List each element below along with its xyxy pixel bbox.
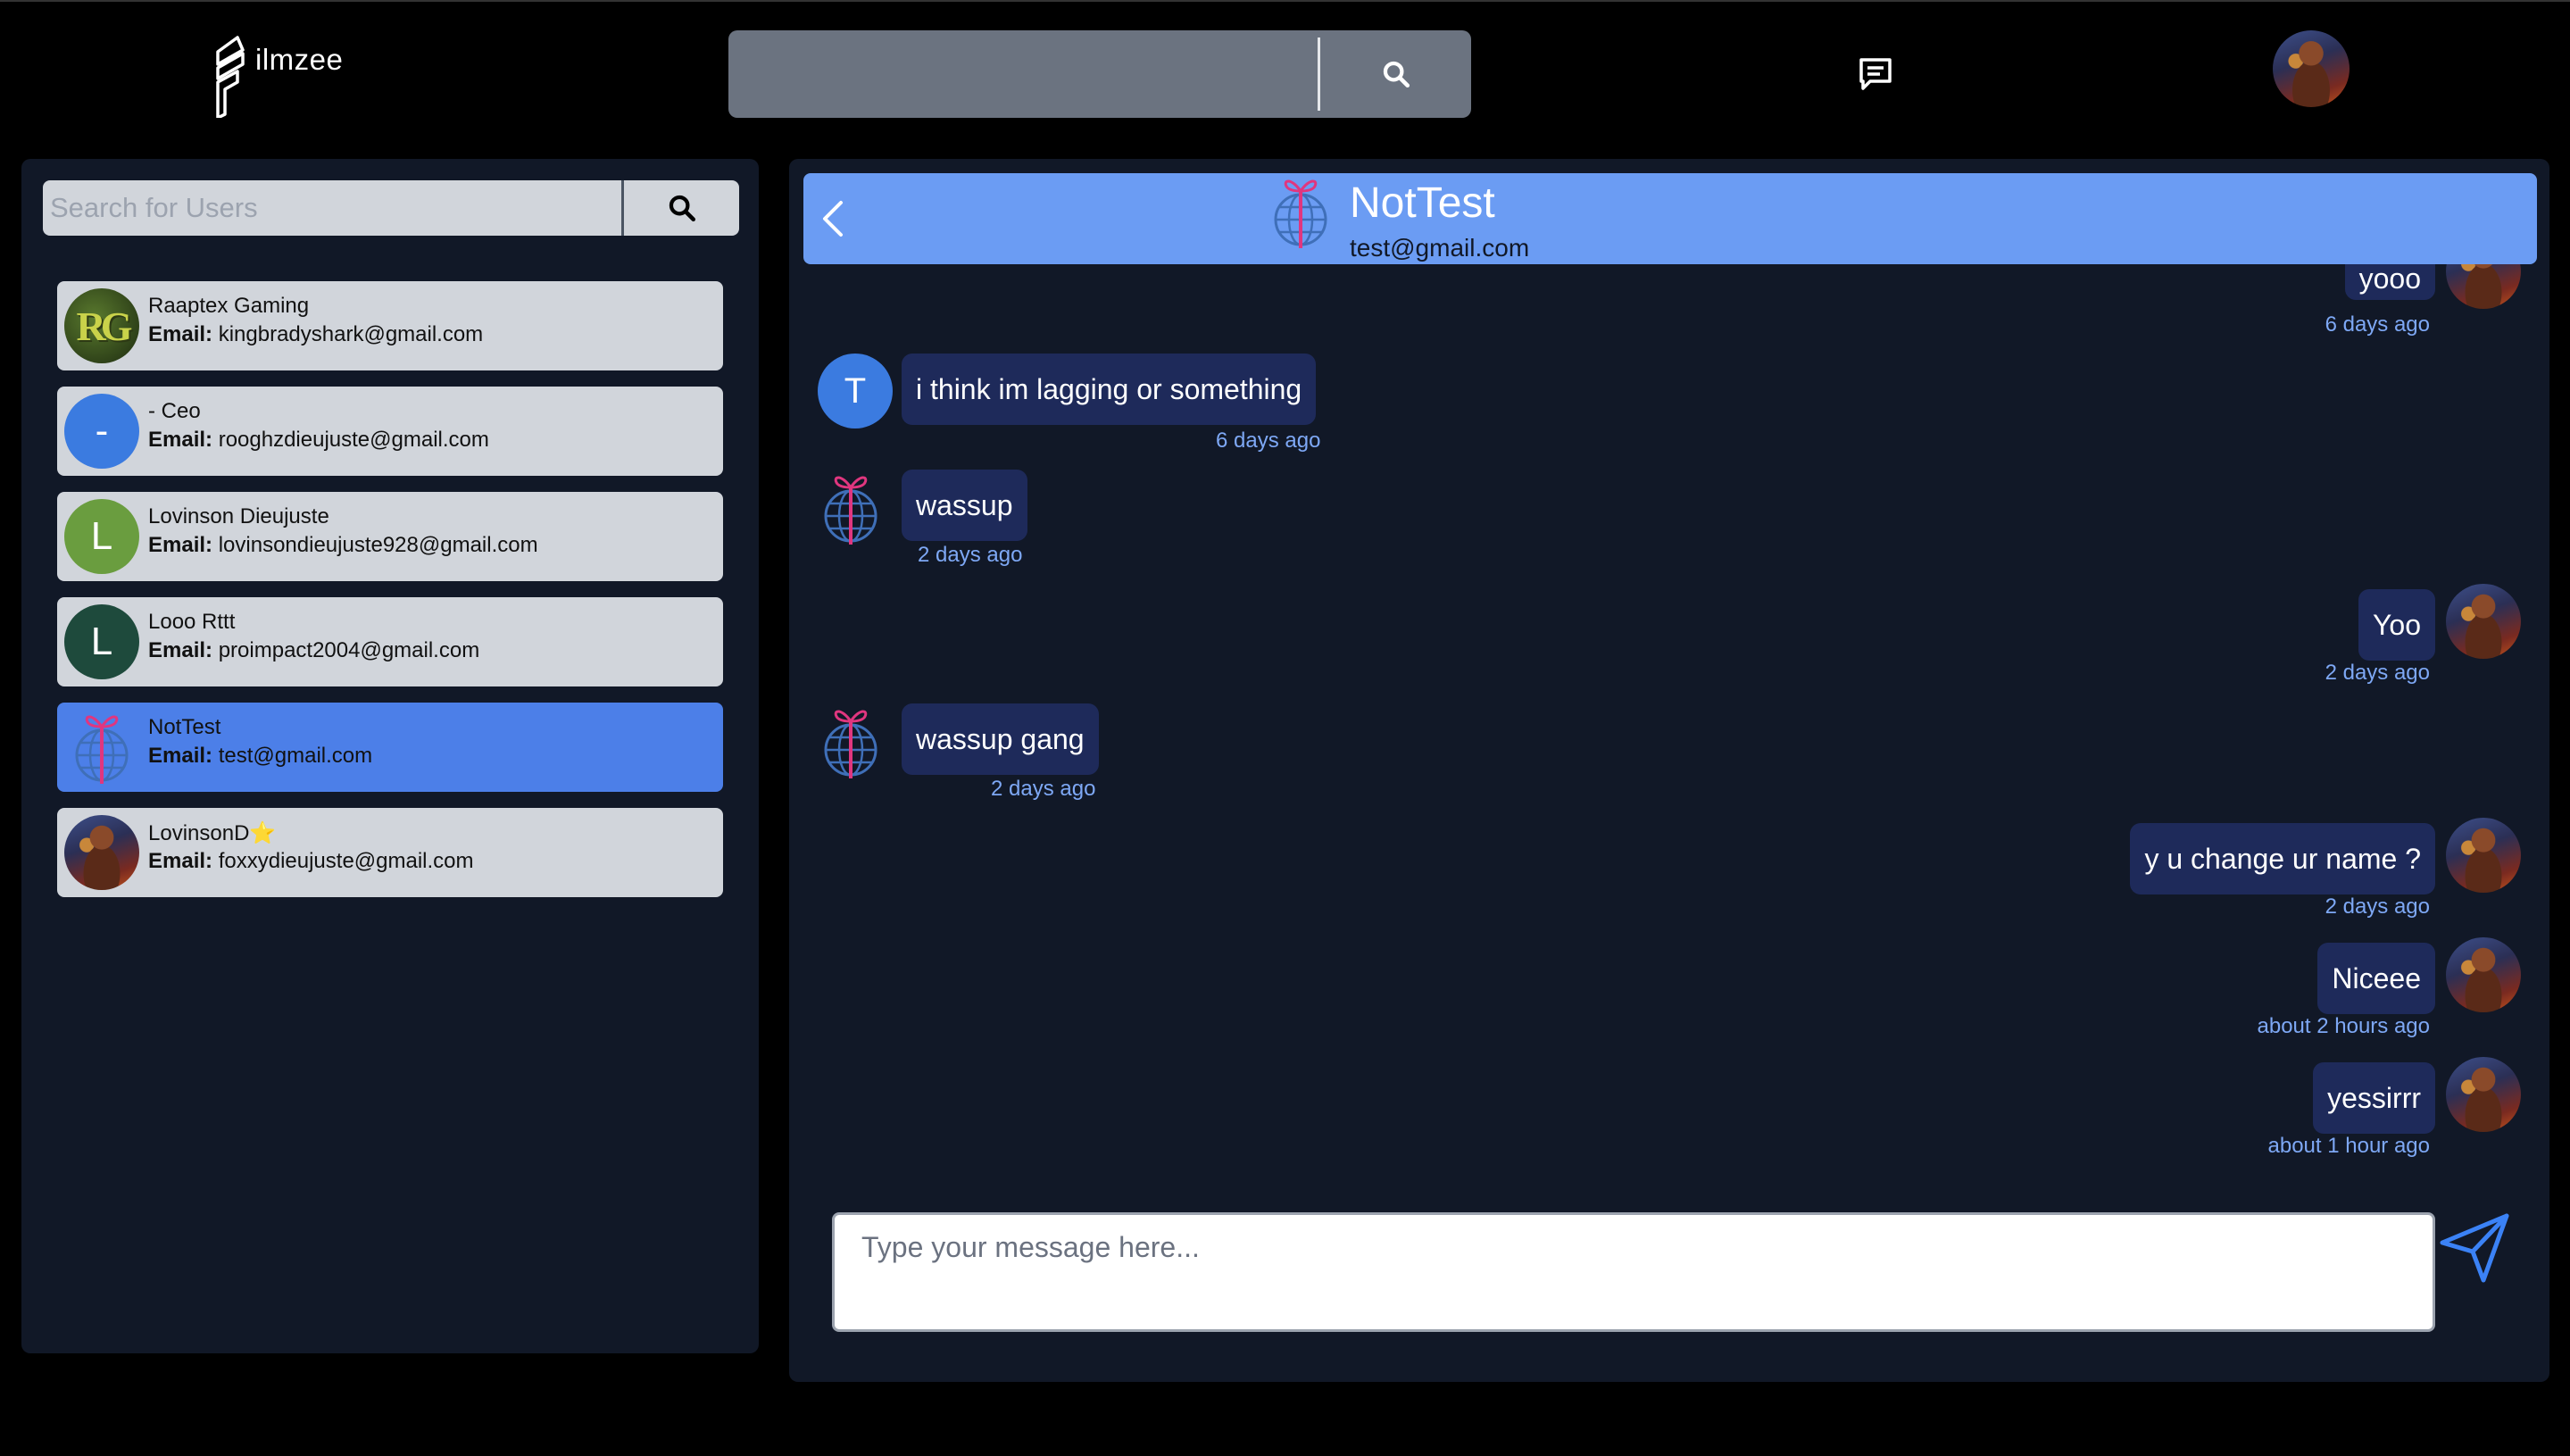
email-label: Email: xyxy=(148,533,213,557)
user-avatar: - xyxy=(64,394,139,469)
message-timestamp: 6 days ago xyxy=(2325,312,2430,337)
message-bubble: wassup gang xyxy=(902,703,1099,775)
profile-avatar[interactable] xyxy=(2273,30,2350,107)
message-text: yessirrr xyxy=(2327,1082,2421,1114)
message-timestamp: 2 days ago xyxy=(991,777,1096,801)
email-value: kingbradyshark@gmail.com xyxy=(218,322,484,346)
avatar-letter: T xyxy=(844,370,867,411)
user-search-button[interactable] xyxy=(624,180,739,236)
message-timestamp: 6 days ago xyxy=(1216,428,1321,453)
top-navbar: ilmzee xyxy=(0,0,2570,143)
send-icon[interactable] xyxy=(2437,1211,2512,1285)
rg-logo-icon: RG xyxy=(76,303,133,349)
brand-logo[interactable]: ilmzee xyxy=(211,32,343,118)
user-name: - Ceo xyxy=(148,399,201,423)
email-value: foxxydieujuste@gmail.com xyxy=(218,849,474,873)
message-bubble: Niceee xyxy=(2317,943,2435,1014)
user-card[interactable]: RG Raaptex Gaming Email: kingbradyshark@… xyxy=(57,281,723,370)
message-avatar: T xyxy=(818,354,893,428)
message-text: yooo xyxy=(2358,262,2421,295)
message-text: y u change ur name ? xyxy=(2144,843,2421,875)
email-label: Email: xyxy=(148,428,213,452)
email-value: lovinsondieujuste928@gmail.com xyxy=(218,533,538,557)
chat-contact-email: test@gmail.com xyxy=(1350,234,1530,262)
global-search-button[interactable] xyxy=(1321,30,1471,118)
user-card[interactable]: LovinsonD⭐ Email: foxxydieujuste@gmail.c… xyxy=(57,808,723,897)
back-icon xyxy=(823,201,843,237)
search-divider xyxy=(1318,37,1320,111)
user-name: Lovinson Dieujuste xyxy=(148,504,329,528)
email-label: Email: xyxy=(148,638,213,662)
user-avatar xyxy=(64,710,139,785)
user-avatar xyxy=(64,815,139,890)
user-email: Email: kingbradyshark@gmail.com xyxy=(148,322,483,347)
message-timestamp: 2 days ago xyxy=(918,543,1023,567)
email-value: rooghzdieujuste@gmail.com xyxy=(218,428,489,452)
chat-panel: yooo 6 days ago T i think im lagging or … xyxy=(789,159,2549,1382)
user-avatar: L xyxy=(64,604,139,679)
logo-icon xyxy=(216,36,245,118)
message-avatar xyxy=(2446,937,2521,1012)
message-text: wassup gang xyxy=(916,723,1085,755)
user-email: Email: lovinsondieujuste928@gmail.com xyxy=(148,533,538,558)
user-email: Email: test@gmail.com xyxy=(148,744,372,769)
message-avatar xyxy=(2446,818,2521,893)
message-avatar xyxy=(2446,584,2521,659)
message-bubble: Yoo xyxy=(2358,589,2435,661)
user-card[interactable]: L Looo Rttt Email: proimpact2004@gmail.c… xyxy=(57,597,723,686)
message-bubble: yessirrr xyxy=(2313,1062,2435,1134)
user-avatar: L xyxy=(64,499,139,574)
user-name: Looo Rttt xyxy=(148,610,236,634)
chat-contact-name: NotTest xyxy=(1350,179,1495,227)
message-input[interactable] xyxy=(835,1215,2433,1329)
message-timestamp: about 2 hours ago xyxy=(2257,1014,2431,1038)
message-text: Niceee xyxy=(2332,962,2421,994)
message-icon[interactable] xyxy=(1857,55,1894,93)
avatar-letter: L xyxy=(90,514,113,558)
user-name: LovinsonD⭐ xyxy=(148,821,277,845)
message-timestamp: 2 days ago xyxy=(2325,661,2430,685)
user-card[interactable]: L Lovinson Dieujuste Email: lovinsondieu… xyxy=(57,492,723,581)
avatar-letter: L xyxy=(90,620,113,663)
global-search-input[interactable] xyxy=(728,30,1321,118)
app-name: ilmzee xyxy=(255,43,344,76)
message-bubble: y u change ur name ? xyxy=(2130,823,2435,894)
gift-globe-icon xyxy=(72,710,131,785)
user-avatar: RG xyxy=(64,288,139,363)
email-label: Email: xyxy=(148,849,213,873)
search-icon xyxy=(1381,59,1411,89)
user-card[interactable]: - - Ceo Email: rooghzdieujuste@gmail.com xyxy=(57,387,723,476)
email-label: Email: xyxy=(148,322,213,346)
message-text: i think im lagging or something xyxy=(916,373,1302,405)
message-bubble: i think im lagging or something xyxy=(902,354,1317,425)
back-button[interactable] xyxy=(811,191,855,246)
user-email: Email: proimpact2004@gmail.com xyxy=(148,638,479,663)
user-card-selected[interactable]: NotTest Email: test@gmail.com xyxy=(57,703,723,792)
gift-globe-icon xyxy=(821,703,880,780)
message-text: wassup xyxy=(916,489,1013,521)
global-search-bar xyxy=(728,30,1471,118)
avatar-letter: - xyxy=(95,409,109,453)
gift-globe-icon xyxy=(821,470,880,546)
search-icon xyxy=(667,193,697,223)
message-bubble: wassup xyxy=(902,470,1027,541)
user-email: Email: foxxydieujuste@gmail.com xyxy=(148,849,474,874)
message-timestamp: about 1 hour ago xyxy=(2267,1134,2431,1158)
email-value: test@gmail.com xyxy=(218,744,373,768)
chat-header: NotTest test@gmail.com xyxy=(803,173,2537,264)
user-name: Raaptex Gaming xyxy=(148,294,310,318)
user-email: Email: rooghzdieujuste@gmail.com xyxy=(148,428,489,453)
gift-globe-icon xyxy=(1271,173,1330,250)
message-composer xyxy=(832,1212,2435,1332)
user-search-bar xyxy=(43,180,739,236)
user-search-input[interactable] xyxy=(43,180,621,236)
message-text: Yoo xyxy=(2373,609,2421,641)
email-label: Email: xyxy=(148,744,213,768)
message-timestamp: 2 days ago xyxy=(2325,894,2430,919)
email-value: proimpact2004@gmail.com xyxy=(218,638,480,662)
user-name: NotTest xyxy=(148,715,221,739)
message-avatar xyxy=(2446,1057,2521,1132)
